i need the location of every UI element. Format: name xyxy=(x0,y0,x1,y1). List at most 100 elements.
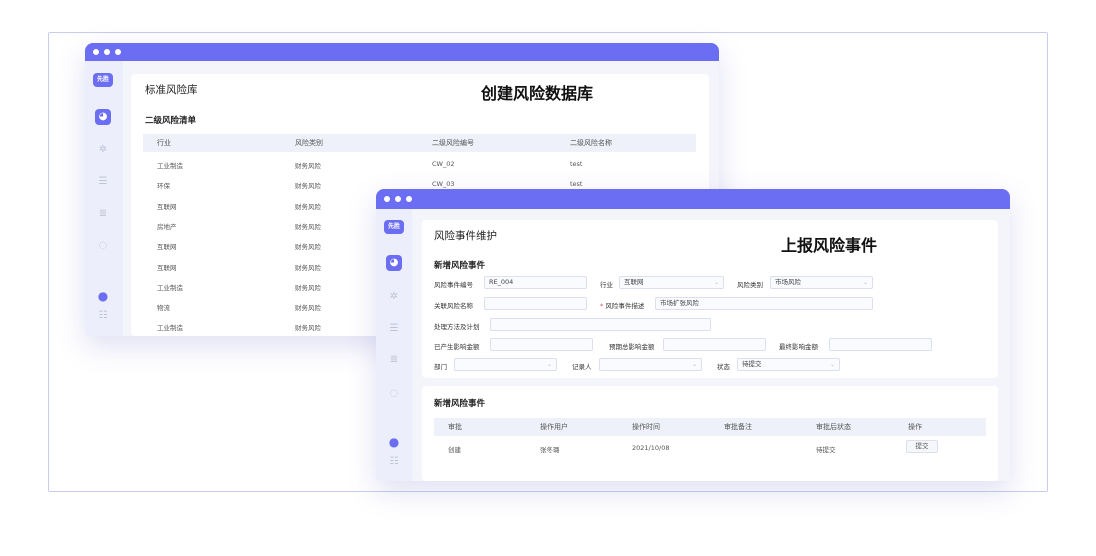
event-desc-input[interactable]: 市场扩张风险 xyxy=(655,297,873,310)
approval-action-cell: 创建 xyxy=(448,446,461,454)
table-cell: 互联网 xyxy=(157,202,177,211)
required-mark: * xyxy=(600,302,604,310)
list-icon[interactable]: ☰ xyxy=(387,322,401,336)
event-no-value: RE_004 xyxy=(489,278,514,286)
app-logo[interactable]: 先胜 xyxy=(384,220,404,234)
sidebar: 先胜 ◕ ✲ ☰ ≣ ◌ ● ☷ xyxy=(376,209,412,481)
loss-label: 已产生影响金额 xyxy=(434,343,480,351)
chevron-down-icon: ⌄ xyxy=(713,279,719,286)
table-cell: 工业制造 xyxy=(157,162,183,170)
category-value: 市场风险 xyxy=(775,278,801,286)
help-icon[interactable]: ◌ xyxy=(387,387,401,401)
loss-input[interactable] xyxy=(490,338,593,351)
event-form-panel: 风险事件维护 上报风险事件 新增风险事件 风险事件编号 RE_004 行业 互联… xyxy=(422,220,998,378)
settings-icon[interactable]: ✲ xyxy=(96,143,110,157)
table-cell: 财务风险 xyxy=(295,243,321,252)
risk-event-window: 先胜 ◕ ✲ ☰ ≣ ◌ ● ☷ 风险事件维护 上报风险事件 新增风险事件 风险… xyxy=(376,189,1010,481)
approval-section-title: 新增风险事件 xyxy=(434,399,486,409)
table-cell: 财务风险 xyxy=(295,263,321,272)
column-header[interactable]: 审批 xyxy=(448,418,462,436)
table-cell: test xyxy=(570,160,583,168)
table-cell: 互联网 xyxy=(157,263,177,272)
page-title: 标准风险库 xyxy=(145,84,198,96)
event-no-label: 风险事件编号 xyxy=(434,281,473,289)
column-header[interactable]: 二级风险名称 xyxy=(570,134,612,152)
industry-select[interactable]: 互联网 ⌄ xyxy=(619,276,724,289)
method-input[interactable] xyxy=(490,318,711,331)
window-dot-icon[interactable] xyxy=(115,49,121,55)
table-cell: 物流 xyxy=(157,304,170,313)
column-header[interactable]: 二级风险编号 xyxy=(432,134,474,152)
window-dot-icon[interactable] xyxy=(406,196,412,202)
recorder-select[interactable]: ⌄ xyxy=(599,358,702,371)
table-cell: 互联网 xyxy=(157,243,177,252)
table-cell: 环保 xyxy=(157,182,170,191)
related-risk-label: 关联风险名称 xyxy=(434,302,473,310)
column-header[interactable]: 操作用户 xyxy=(540,418,568,436)
dashboard-icon[interactable]: ◕ xyxy=(386,255,402,271)
event-desc-label: * 风险事件描述 xyxy=(600,300,644,310)
category-label: 风险类别 xyxy=(737,281,763,289)
list-icon[interactable]: ☰ xyxy=(96,175,110,189)
window-dot-icon[interactable] xyxy=(93,49,99,55)
chevron-down-icon: ⌄ xyxy=(829,361,835,368)
table-cell: test xyxy=(570,180,583,189)
category-select[interactable]: 市场风险 ⌄ xyxy=(770,276,873,289)
help-icon[interactable]: ◌ xyxy=(96,239,110,253)
column-header[interactable]: 操作 xyxy=(908,418,922,436)
column-header[interactable]: 审批后状态 xyxy=(816,418,851,436)
status-select[interactable]: 待提交 ⌄ xyxy=(737,358,840,371)
status-value: 待提交 xyxy=(742,360,762,368)
caption-report-event: 上报风险事件 xyxy=(781,236,878,255)
table-cell: 工业制造 xyxy=(157,283,183,292)
approval-time-cell: 2021/10/08 xyxy=(632,444,670,452)
settings-icon[interactable]: ✲ xyxy=(387,290,401,304)
table-cell: 房地产 xyxy=(157,222,177,231)
user-icon[interactable]: ● xyxy=(96,289,110,303)
menu-icon[interactable]: ☷ xyxy=(96,309,110,323)
industry-value: 互联网 xyxy=(624,278,644,286)
approval-user-cell: 张冬璐 xyxy=(540,446,560,454)
column-header[interactable]: 审批备注 xyxy=(724,418,752,436)
expected-input[interactable] xyxy=(663,338,766,351)
table-cell: 财务风险 xyxy=(295,162,321,170)
final-input[interactable] xyxy=(829,338,932,351)
dashboard-icon[interactable]: ◕ xyxy=(95,109,111,125)
table-cell: 财务风险 xyxy=(295,283,321,292)
form-section-title: 新增风险事件 xyxy=(434,261,486,271)
table-header: 行业 风险类别 二级风险编号 二级风险名称 xyxy=(143,134,696,152)
window-dot-icon[interactable] xyxy=(104,49,110,55)
table-cell: 财务风险 xyxy=(295,324,321,333)
section-title: 二级风险清单 xyxy=(145,116,197,126)
approval-table-header: 审批 操作用户 操作时间 审批备注 审批后状态 操作 xyxy=(434,418,986,436)
window-dot-icon[interactable] xyxy=(384,196,390,202)
event-no-input[interactable]: RE_004 xyxy=(484,276,587,289)
table-cell: 财务风险 xyxy=(295,304,321,313)
submit-button[interactable]: 提交 xyxy=(906,440,938,453)
event-desc-value: 市场扩张风险 xyxy=(660,299,699,307)
chevron-down-icon: ⌄ xyxy=(862,279,868,286)
approval-panel: 新增风险事件 审批 操作用户 操作时间 审批备注 审批后状态 操作 创建 张冬璐… xyxy=(422,386,998,481)
industry-label: 行业 xyxy=(600,281,613,289)
chevron-down-icon: ⌄ xyxy=(691,361,697,368)
column-header[interactable]: 行业 xyxy=(157,134,171,152)
expected-label: 预期总影响金额 xyxy=(609,343,655,351)
column-header[interactable]: 操作时间 xyxy=(632,418,660,436)
page-title: 风险事件维护 xyxy=(434,230,497,242)
menu-icon[interactable]: ☷ xyxy=(387,455,401,469)
chevron-down-icon: ⌄ xyxy=(546,361,552,368)
window-titlebar xyxy=(376,189,1010,209)
sidebar: 先胜 ◕ ✲ ☰ ≣ ◌ ● ☷ xyxy=(85,61,123,336)
column-header[interactable]: 风险类别 xyxy=(295,134,323,152)
table-cell: 工业制造 xyxy=(157,324,183,333)
dept-label: 部门 xyxy=(434,363,447,371)
database-icon[interactable]: ≣ xyxy=(96,207,110,221)
window-dot-icon[interactable] xyxy=(395,196,401,202)
database-icon[interactable]: ≣ xyxy=(387,353,401,367)
related-risk-input[interactable] xyxy=(484,297,587,310)
recorder-label: 记录人 xyxy=(572,363,592,371)
user-icon[interactable]: ● xyxy=(387,435,401,449)
app-logo[interactable]: 先胜 xyxy=(93,73,113,87)
dept-select[interactable]: ⌄ xyxy=(454,358,557,371)
status-label: 状态 xyxy=(717,363,730,371)
